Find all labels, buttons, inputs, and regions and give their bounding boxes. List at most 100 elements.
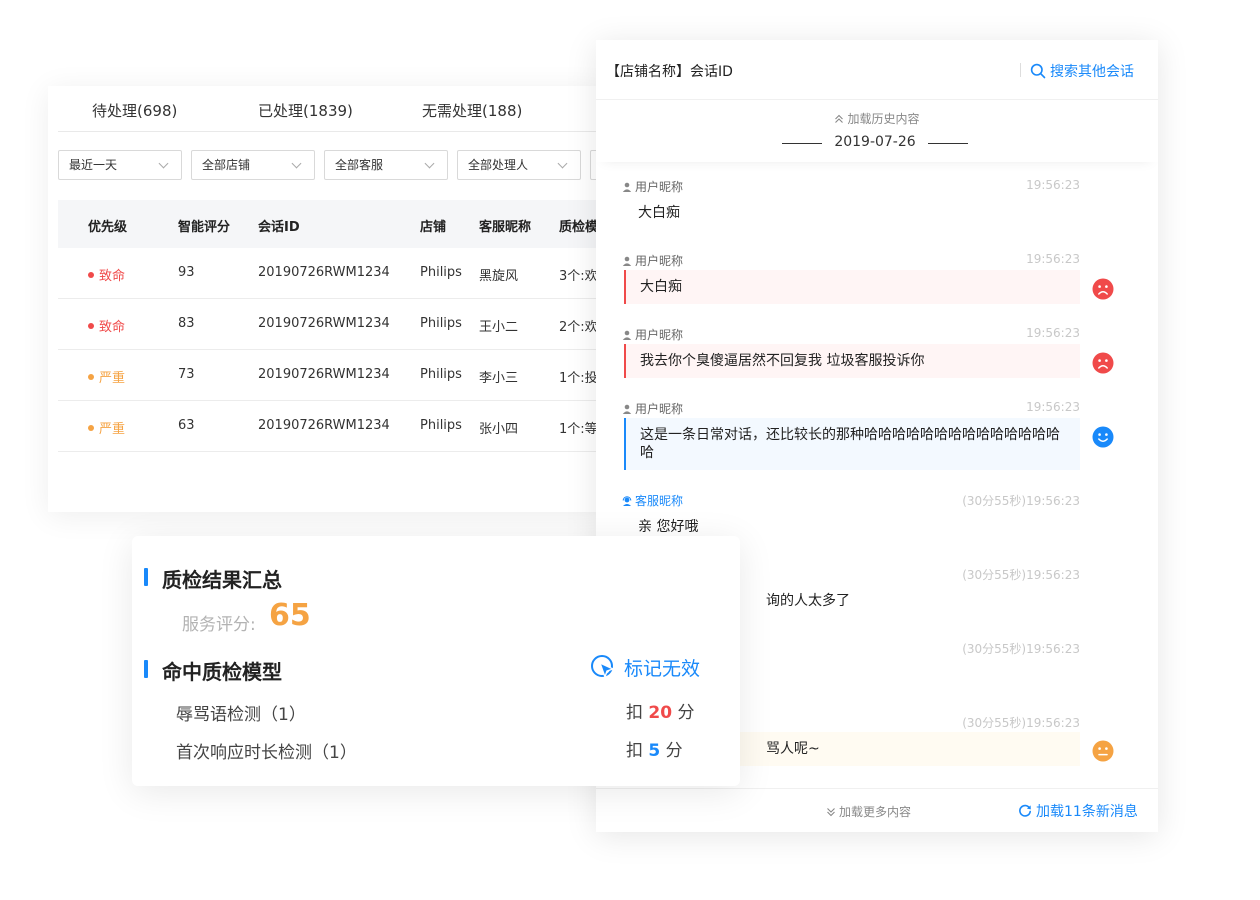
message-sender: 客服昵称 [622, 492, 683, 509]
model-cell: 3个:欢 [559, 269, 598, 284]
search-label: 搜索其他会话 [1050, 64, 1134, 80]
col-qc-model: 质检模 [559, 220, 599, 235]
session-id-cell: 20190726RWM1234 [258, 418, 390, 433]
message-bubble-flagged: 我去你个臭傻逼居然不回复我 垃圾客服投诉你 [624, 344, 1080, 378]
sad-face-icon [1092, 278, 1114, 300]
deduction-points: 5 [648, 741, 661, 761]
search-icon [1030, 63, 1046, 79]
user-icon [622, 256, 632, 266]
table-row[interactable]: 致命 83 20190726RWM1234 Philips 王小二 2个:欢 [58, 299, 608, 350]
table-row[interactable]: 致命 93 20190726RWM1234 Philips 黑旋风 3个:欢 [58, 248, 608, 299]
search-other-sessions-button[interactable]: 搜索其他会话 [1030, 61, 1134, 81]
message-time: 19:56:23 [1026, 400, 1080, 414]
model-cell: 1个:投 [559, 371, 598, 386]
status-tabs: 待处理(698) 已处理(1839) 无需处理(188) [58, 86, 598, 132]
priority-badge: 致命 [88, 316, 125, 335]
double-chevron-down-icon [827, 808, 835, 817]
priority-dot-icon [88, 374, 94, 380]
message-time: 19:56:23 [1026, 326, 1080, 340]
chat-title: 【店铺名称】会话ID [606, 64, 733, 80]
shop-select[interactable]: 全部店铺 [191, 150, 315, 180]
neutral-face-icon [1092, 740, 1114, 762]
history-bar: 加载历史内容 2019-07-26 [596, 100, 1158, 162]
agent-cell: 黑旋风 [479, 269, 519, 284]
deduction-points: 20 [648, 703, 673, 723]
chevron-down-icon [424, 158, 435, 169]
model-cell: 2个:欢 [559, 320, 598, 335]
work-order-table-panel: 待处理(698) 已处理(1839) 无需处理(188) 最近一天 全部店铺 全… [48, 86, 608, 512]
message-bubble: 大白痴 [638, 205, 680, 221]
score-cell: 63 [178, 418, 195, 433]
tab-pending[interactable]: 待处理(698) [92, 100, 177, 121]
priority-badge: 严重 [88, 367, 125, 386]
priority-dot-icon [88, 323, 94, 329]
time-range-select[interactable]: 最近一天 [58, 150, 182, 180]
shop-value: 全部店铺 [202, 158, 251, 172]
agent-select[interactable]: 全部客服 [324, 150, 448, 180]
agent-cell: 李小三 [479, 371, 519, 386]
model-cell: 1个:等 [559, 422, 598, 437]
service-score-label: 服务评分: [182, 615, 256, 635]
chat-header: 【店铺名称】会话ID 搜索其他会话 [596, 40, 1158, 100]
filter-bar: 最近一天 全部店铺 全部客服 全部处理人 [58, 150, 608, 180]
load-history-button[interactable]: 加载历史内容 [596, 110, 1158, 127]
handler-value: 全部处理人 [468, 158, 529, 172]
score-cell: 73 [178, 367, 195, 382]
user-icon [622, 182, 632, 192]
table-row[interactable]: 严重 63 20190726RWM1234 Philips 张小四 1个:等 [58, 401, 608, 452]
message-bubble-normal: 这是一条日常对话，还比较长的那种哈哈哈哈哈哈哈哈哈哈哈哈哈哈哈 [624, 418, 1080, 470]
message-time: 19:56:23 [1026, 252, 1080, 266]
col-shop: 店铺 [420, 220, 447, 235]
chevron-down-icon [557, 158, 568, 169]
message-bubble-flagged: 大白痴 [624, 270, 1080, 304]
message-sender: 用户昵称 [622, 252, 683, 269]
cursor-click-icon [591, 655, 614, 678]
mark-invalid-label: 标记无效 [624, 658, 701, 680]
agent-icon [622, 496, 632, 506]
shop-cell: Philips [420, 418, 462, 433]
priority-dot-icon [88, 425, 94, 431]
header-divider [1020, 63, 1021, 77]
message-time: 19:56:23 [1026, 178, 1080, 192]
time-range-value: 最近一天 [69, 158, 118, 172]
shop-cell: Philips [420, 316, 462, 331]
hit-models-title: 命中质检模型 [144, 656, 282, 685]
message-time: (30分55秒)19:56:23 [962, 642, 1080, 656]
session-id-cell: 20190726RWM1234 [258, 316, 390, 331]
agent-value: 全部客服 [335, 158, 384, 172]
tab-processed[interactable]: 已处理(1839) [258, 100, 353, 121]
col-session-id: 会话ID [258, 220, 300, 235]
session-id-cell: 20190726RWM1234 [258, 265, 390, 280]
date-divider: 2019-07-26 [782, 134, 968, 150]
service-score-value: 65 [269, 598, 311, 633]
load-more-label: 加载更多内容 [839, 805, 912, 819]
score-cell: 93 [178, 265, 195, 280]
refresh-icon [1019, 804, 1031, 817]
qc-summary-card: 质检结果汇总 服务评分: 65 命中质检模型 标记无效 辱骂语检测（1） 扣 2… [132, 536, 740, 786]
table-header: 优先级 智能评分 会话ID 店铺 客服昵称 质检模 [58, 200, 608, 248]
chevron-down-icon [158, 158, 169, 169]
priority-badge: 严重 [88, 418, 125, 437]
deduction: 扣 20 分 [626, 703, 695, 723]
sad-face-icon [1092, 352, 1114, 374]
qc-model-name: 辱骂语检测（1） [176, 705, 306, 725]
col-agent-nickname: 客服昵称 [479, 220, 532, 235]
agent-cell: 张小四 [479, 422, 519, 437]
message-sender: 用户昵称 [622, 326, 683, 343]
load-new-label: 加载11条新消息 [1036, 804, 1138, 820]
message-time: (30分55秒)19:56:23 [962, 494, 1080, 508]
session-id-cell: 20190726RWM1234 [258, 367, 390, 382]
agent-cell: 王小二 [479, 320, 519, 335]
chevron-down-icon [291, 158, 302, 169]
load-new-messages-button[interactable]: 加载11条新消息 [1018, 801, 1138, 821]
handler-select[interactable]: 全部处理人 [457, 150, 581, 180]
deduction: 扣 5 分 [626, 741, 683, 761]
tab-no-processing[interactable]: 无需处理(188) [422, 100, 522, 121]
table-row[interactable]: 严重 73 20190726RWM1234 Philips 李小三 1个:投 [58, 350, 608, 401]
priority-dot-icon [88, 272, 94, 278]
col-smart-score: 智能评分 [178, 220, 231, 235]
score-cell: 83 [178, 316, 195, 331]
message-sender: 用户昵称 [622, 178, 683, 195]
shop-cell: Philips [420, 265, 462, 280]
load-more-button[interactable]: 加载更多内容 [826, 803, 911, 820]
